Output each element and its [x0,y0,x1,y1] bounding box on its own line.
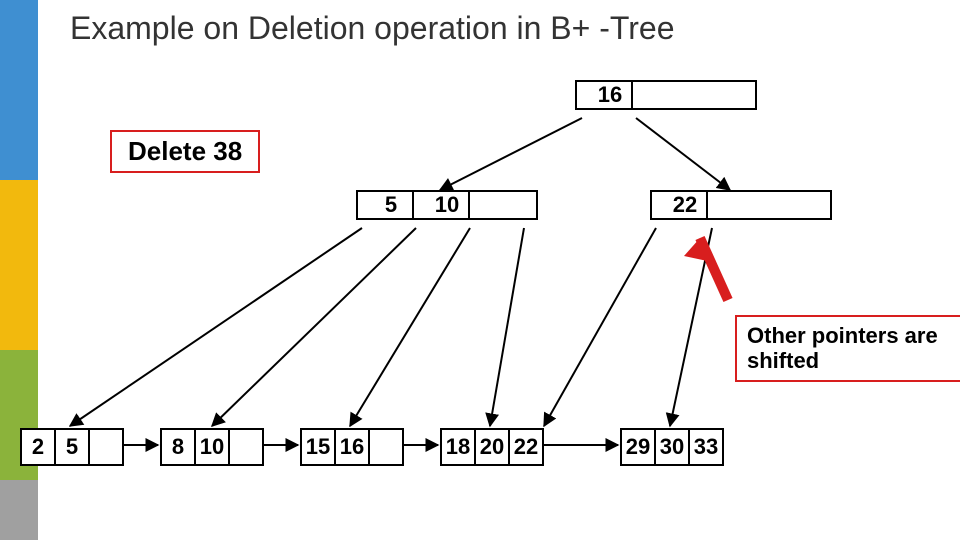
leaf-cell [230,430,262,464]
edge-il-leaf0 [70,228,362,426]
leaf-1: 8 10 [160,428,264,466]
internal-left-key-0: 5 [370,192,414,218]
sidebar-seg-blue [0,0,38,180]
leaf-cell: 29 [622,430,656,464]
edge-il-leaf1 [212,228,416,426]
leaf-cell: 22 [510,430,542,464]
leaf-3: 18 20 22 [440,428,544,466]
leaf-cell: 33 [690,430,722,464]
leaf-cell: 18 [442,430,476,464]
leaf-0: 2 5 [20,428,124,466]
leaf-cell: 2 [22,430,56,464]
leaf-cell: 5 [56,430,90,464]
sidebar-seg-gray [0,480,38,540]
root-key-0: 16 [589,82,633,108]
leaf-cell: 16 [336,430,370,464]
sidebar-seg-yellow [0,180,38,350]
operation-box: Delete 38 [110,130,260,173]
root-node: 16 [575,80,757,110]
edge-il-leaf2 [350,228,470,426]
edge-il-leaf3 [490,228,524,426]
leaf-cell: 10 [196,430,230,464]
leaf-cell: 20 [476,430,510,464]
leaf-cell: 30 [656,430,690,464]
leaf-4: 29 30 33 [620,428,724,466]
internal-right-node: 22 [650,190,832,220]
internal-left-node: 5 10 [356,190,538,220]
internal-left-key-1: 10 [426,192,470,218]
slide-title: Example on Deletion operation in B+ -Tre… [70,10,674,47]
leaf-cell: 8 [162,430,196,464]
red-shift-arrow-icon [684,238,728,300]
annotation-box: Other pointers are shifted [735,315,960,382]
edge-ir-leaf4 [670,228,712,426]
edge-root-left [440,118,582,190]
internal-right-key-0: 22 [664,192,708,218]
leaf-cell [90,430,122,464]
leaf-cell: 15 [302,430,336,464]
leaf-2: 15 16 [300,428,404,466]
edge-root-right [636,118,730,190]
leaf-cell [370,430,402,464]
edge-ir-leaf3b [544,228,656,426]
